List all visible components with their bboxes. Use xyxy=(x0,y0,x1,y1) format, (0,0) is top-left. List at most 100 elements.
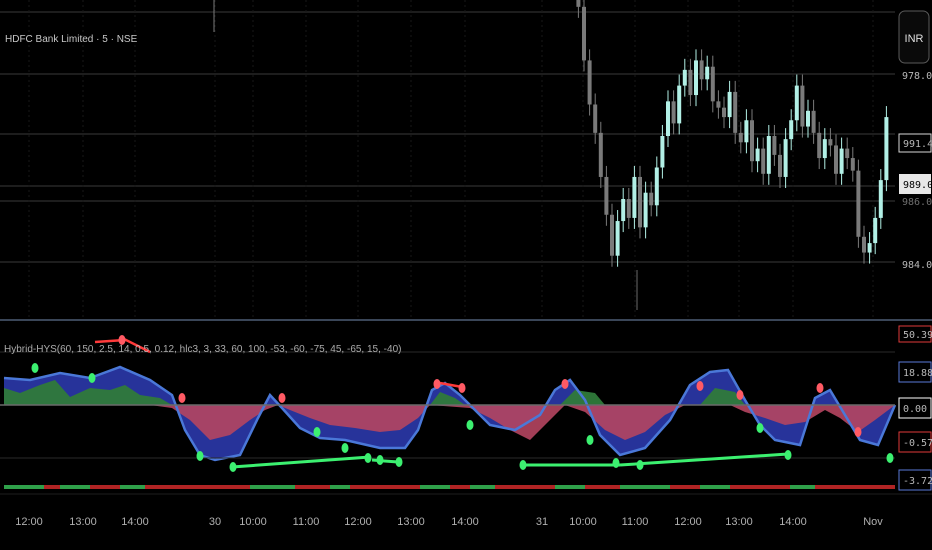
indicator-badge-neg057: -0.57 xyxy=(898,431,932,453)
status-bar-green-6 xyxy=(470,485,495,489)
buy-signal-dot-8 xyxy=(395,457,403,467)
price-label-984: 984.00 xyxy=(902,260,932,271)
candle-body-60 xyxy=(834,145,838,174)
price-badge-991: 991.40 xyxy=(898,133,932,153)
candle-body-22 xyxy=(621,199,626,222)
currency-button[interactable]: INR xyxy=(898,10,930,64)
candle-body-46 xyxy=(755,148,760,162)
candle-body-30 xyxy=(666,101,670,136)
time-label-5: 11:00 xyxy=(293,516,320,528)
status-bar-green-1 xyxy=(60,485,90,489)
buy-signal-dot-9 xyxy=(466,420,474,430)
candle-body-57 xyxy=(817,132,822,159)
time-label-10: 10:00 xyxy=(569,516,597,528)
time-label-13: 13:00 xyxy=(725,516,753,528)
candle-body-51 xyxy=(783,139,788,177)
time-axis[interactable]: 12:00 13:00 14:00 30 10:00 11:00 12:00 13:00 14:… xyxy=(15,516,883,528)
symbol-title: HDFC Bank Limited · 5 · NSE xyxy=(5,34,138,45)
candle-body-20 xyxy=(610,214,614,256)
time-label-11: 11:00 xyxy=(622,516,649,528)
sell-signal-dot-7 xyxy=(736,390,744,400)
candle-body-62 xyxy=(845,148,850,159)
divergence-line-4 xyxy=(619,452,789,467)
status-bar-green-10 xyxy=(790,485,815,489)
candle-body-15 xyxy=(582,6,586,61)
oscillator-pane xyxy=(0,335,897,489)
candle-body-41 xyxy=(727,91,732,118)
candle-body-40 xyxy=(722,107,726,118)
indicator-badge-50-text: 50.39 xyxy=(903,330,932,341)
time-label-3: 30 xyxy=(209,516,221,528)
indicator-badge-neg372: -3.72 xyxy=(898,469,932,491)
candle-body-67 xyxy=(873,217,878,244)
time-label-14: 14:00 xyxy=(779,516,807,528)
buy-signal-dot-12 xyxy=(612,458,620,468)
buy-signal-dot-6 xyxy=(364,453,372,463)
candle-body-17 xyxy=(593,104,598,133)
buy-signal-dot-15 xyxy=(784,450,792,460)
candle-body-47 xyxy=(761,148,766,174)
time-label-9: 31 xyxy=(536,516,548,528)
sell-signal-dot-5 xyxy=(561,379,569,389)
buy-signal-dot-13 xyxy=(636,460,644,470)
price-badge-989: 989.00 xyxy=(899,174,932,194)
candle-body-16 xyxy=(587,60,592,105)
currency-label: INR xyxy=(905,33,924,45)
buy-signal-dot-10 xyxy=(519,460,527,470)
time-label-1: 13:00 xyxy=(69,516,97,528)
candle-body-23 xyxy=(626,199,631,218)
time-label-8: 14:00 xyxy=(451,516,479,528)
candle-body-54 xyxy=(800,85,805,127)
candle-body-19 xyxy=(604,176,609,215)
indicator-badge-18-text: 18.88 xyxy=(903,368,932,379)
candle-body-43 xyxy=(738,132,743,143)
buy-signal-dot-7 xyxy=(376,455,384,465)
sell-signal-dot-3 xyxy=(433,379,441,389)
candle-body-36 xyxy=(699,60,704,80)
chart-canvas[interactable]: HDFC Bank Limited · 5 · NSE INR 978.00 9… xyxy=(0,0,932,550)
indicator-badge-zero: 0.00 xyxy=(898,397,932,419)
candle-body-59 xyxy=(828,139,833,146)
candle-body-48 xyxy=(766,136,771,174)
sell-signal-dot-8 xyxy=(816,383,824,393)
candle-body-29 xyxy=(660,136,665,168)
indicator-title: Hybrid-HYS(60, 150, 2.5, 14, 0.5, 0.12, … xyxy=(4,344,401,355)
buy-signal-dot-16 xyxy=(886,453,894,463)
candle-body-14 xyxy=(576,0,581,7)
status-bar-green-9 xyxy=(700,485,730,489)
sell-signal-dot-2 xyxy=(278,393,286,403)
candle-body-26 xyxy=(643,192,648,228)
status-bar-green-7 xyxy=(555,485,585,489)
price-badge-991-text: 991.40 xyxy=(903,139,932,150)
status-bar xyxy=(4,485,895,489)
candle-body-58 xyxy=(822,139,827,159)
candle-body-56 xyxy=(811,110,816,133)
sell-signal-dot-6 xyxy=(696,381,704,391)
candle-body-53 xyxy=(794,85,799,121)
price-badge-989-text: 989.00 xyxy=(903,180,932,191)
candle-body-55 xyxy=(806,110,810,127)
candle-body-69 xyxy=(884,117,889,181)
status-bar-green-8 xyxy=(620,485,670,489)
status-bar-green-4 xyxy=(330,485,350,489)
candle-body-66 xyxy=(867,243,872,253)
candle-body-31 xyxy=(671,101,676,124)
candle-body-28 xyxy=(654,167,659,206)
candle-body-38 xyxy=(710,66,715,102)
time-label-0: 12:00 xyxy=(15,516,43,528)
indicator-badge-neg057-text: -0.57 xyxy=(903,438,932,449)
sell-signal-dot-1 xyxy=(178,393,186,403)
sell-signal-dot-9 xyxy=(854,427,862,437)
divergence-line-2 xyxy=(371,458,399,464)
status-bar-green-3 xyxy=(250,485,295,489)
buy-signal-dot-3 xyxy=(229,462,237,472)
candle-body-68 xyxy=(878,180,883,218)
candle-body-34 xyxy=(688,69,693,96)
buy-signal-dot-4 xyxy=(313,427,321,437)
price-label-978: 978.00 xyxy=(902,71,932,82)
candle-body-24 xyxy=(632,176,637,218)
buy-signal-dot-11 xyxy=(586,435,594,445)
candle-body-49 xyxy=(772,136,777,155)
time-label-4: 10:00 xyxy=(239,516,267,528)
indicator-badge-50: 50.39 xyxy=(898,325,932,343)
